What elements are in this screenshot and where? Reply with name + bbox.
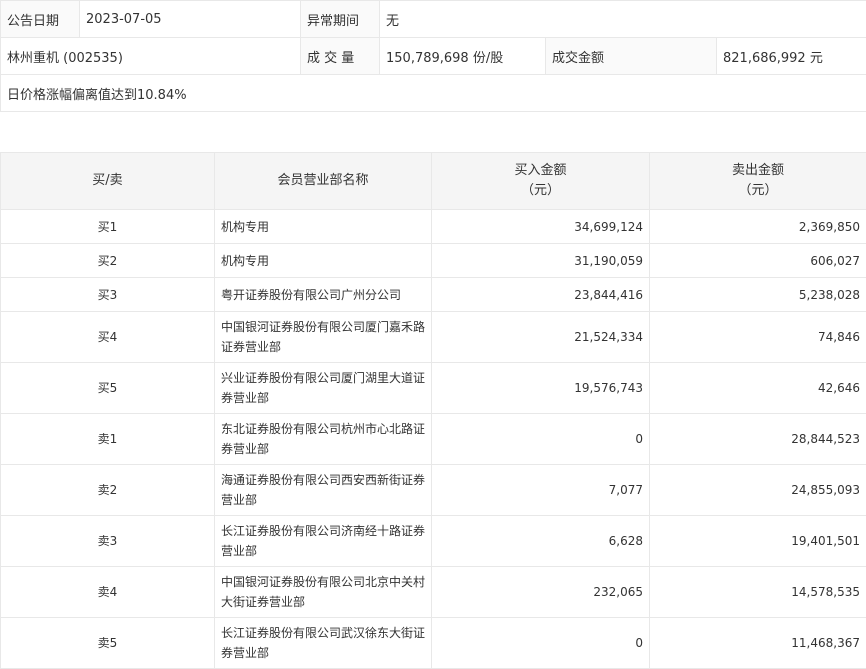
period-value: 无 — [380, 1, 866, 38]
broker-name-cell: 机构专用 — [215, 210, 432, 244]
buy-amount-cell: 0 — [432, 618, 650, 669]
side-cell: 卖1 — [1, 414, 215, 465]
table-row: 买1 机构专用 34,699,124 2,369,850 — [1, 210, 866, 244]
period-label: 异常期间 — [301, 1, 380, 38]
table-row: 卖2 海通证券股份有限公司西安西新街证券营业部 7,077 24,855,093 — [1, 465, 866, 516]
buy-amount-cell: 232,065 — [432, 567, 650, 618]
buy-amount-cell: 34,699,124 — [432, 210, 650, 244]
header-side: 买/卖 — [1, 153, 215, 210]
side-cell: 卖5 — [1, 618, 215, 669]
side-cell: 买1 — [1, 210, 215, 244]
table-row: 卖5 长江证券股份有限公司武汉徐东大街证券营业部 0 11,468,367 — [1, 618, 866, 669]
volume-label: 成 交 量 — [301, 38, 380, 75]
sell-amount-cell: 28,844,523 — [650, 414, 866, 465]
broker-name-cell: 长江证券股份有限公司武汉徐东大街证券营业部 — [215, 618, 432, 669]
buy-amount-cell: 6,628 — [432, 516, 650, 567]
date-value: 2023-07-05 — [80, 1, 301, 38]
side-cell: 卖2 — [1, 465, 215, 516]
table-row: 卖3 长江证券股份有限公司济南经十路证券营业部 6,628 19,401,501 — [1, 516, 866, 567]
sell-amount-cell: 42,646 — [650, 363, 866, 414]
buy-amount-cell: 23,844,416 — [432, 278, 650, 312]
stock-name: 林州重机 (002535) — [1, 38, 301, 75]
broker-name-cell: 东北证券股份有限公司杭州市心北路证券营业部 — [215, 414, 432, 465]
buy-amount-cell: 31,190,059 — [432, 244, 650, 278]
table-row: 买5 兴业证券股份有限公司厦门湖里大道证券营业部 19,576,743 42,6… — [1, 363, 866, 414]
amount-label: 成交金额 — [546, 38, 717, 75]
broker-name-cell: 长江证券股份有限公司济南经十路证券营业部 — [215, 516, 432, 567]
side-cell: 卖4 — [1, 567, 215, 618]
side-cell: 买3 — [1, 278, 215, 312]
table-row: 卖1 东北证券股份有限公司杭州市心北路证券营业部 0 28,844,523 — [1, 414, 866, 465]
table-row: 买2 机构专用 31,190,059 606,027 — [1, 244, 866, 278]
sell-amount-cell: 11,468,367 — [650, 618, 866, 669]
side-cell: 买5 — [1, 363, 215, 414]
header-name: 会员营业部名称 — [215, 153, 432, 210]
sell-amount-cell: 606,027 — [650, 244, 866, 278]
side-cell: 卖3 — [1, 516, 215, 567]
table-row: 买3 粤开证券股份有限公司广州分公司 23,844,416 5,238,028 — [1, 278, 866, 312]
summary-table: 公告日期 2023-07-05 异常期间 无 林州重机 (002535) 成 交… — [0, 0, 866, 112]
header-sell: 卖出金额（元） — [650, 153, 866, 210]
broker-name-cell: 兴业证券股份有限公司厦门湖里大道证券营业部 — [215, 363, 432, 414]
broker-name-cell: 海通证券股份有限公司西安西新街证券营业部 — [215, 465, 432, 516]
broker-name-cell: 中国银河证券股份有限公司厦门嘉禾路证券营业部 — [215, 312, 432, 363]
buy-amount-cell: 21,524,334 — [432, 312, 650, 363]
sell-amount-cell: 14,578,535 — [650, 567, 866, 618]
volume-value: 150,789,698 份/股 — [380, 38, 546, 75]
side-cell: 买4 — [1, 312, 215, 363]
sell-amount-cell: 5,238,028 — [650, 278, 866, 312]
side-cell: 买2 — [1, 244, 215, 278]
sell-amount-cell: 24,855,093 — [650, 465, 866, 516]
broker-name-cell: 机构专用 — [215, 244, 432, 278]
reason: 日价格涨幅偏离值达到10.84% — [1, 75, 866, 112]
sell-amount-cell: 2,369,850 — [650, 210, 866, 244]
sell-amount-cell: 74,846 — [650, 312, 866, 363]
broker-name-cell: 中国银河证券股份有限公司北京中关村大街证券营业部 — [215, 567, 432, 618]
table-row: 卖4 中国银河证券股份有限公司北京中关村大街证券营业部 232,065 14,5… — [1, 567, 866, 618]
table-row: 买4 中国银河证券股份有限公司厦门嘉禾路证券营业部 21,524,334 74,… — [1, 312, 866, 363]
broker-name-cell: 粤开证券股份有限公司广州分公司 — [215, 278, 432, 312]
buy-amount-cell: 0 — [432, 414, 650, 465]
sell-amount-cell: 19,401,501 — [650, 516, 866, 567]
amount-value: 821,686,992 元 — [717, 38, 866, 75]
header-buy: 买入金额（元） — [432, 153, 650, 210]
date-label: 公告日期 — [1, 1, 80, 38]
buy-amount-cell: 7,077 — [432, 465, 650, 516]
buy-amount-cell: 19,576,743 — [432, 363, 650, 414]
broker-table: 买/卖 会员营业部名称 买入金额（元） 卖出金额（元） 买1 机构专用 34,6… — [0, 152, 866, 669]
